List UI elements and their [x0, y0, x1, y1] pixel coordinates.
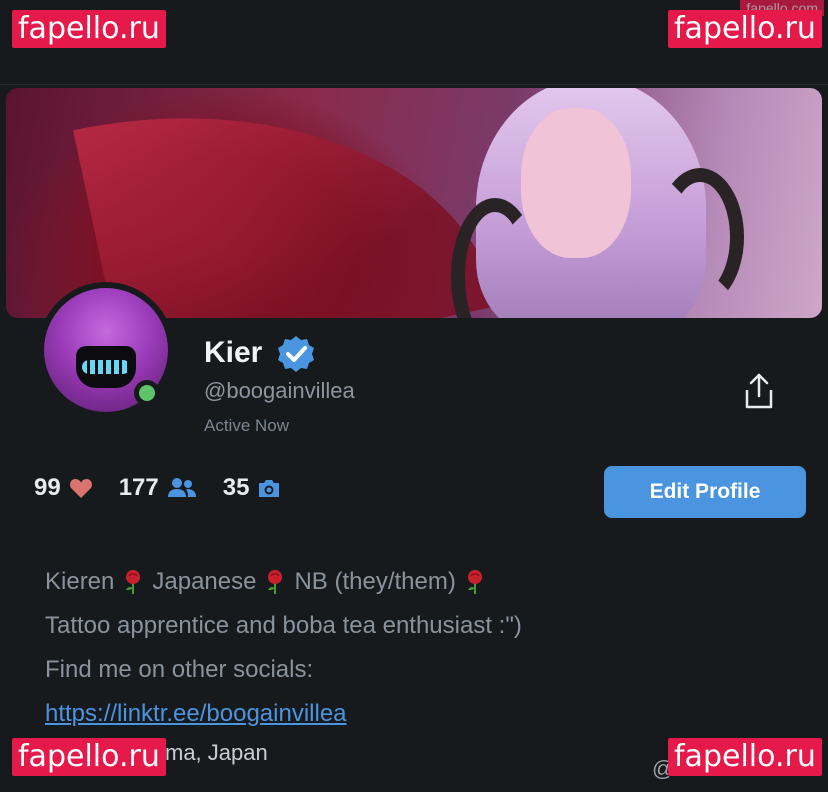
activity-status: Active Now: [204, 416, 290, 435]
watermark-top-right: fapello.ru: [668, 10, 822, 48]
rose-icon: [467, 570, 482, 594]
location-text: ma, Japan: [165, 740, 268, 765]
profile-banner-image: [6, 88, 822, 318]
verified-badge-icon: [278, 336, 314, 372]
likes-stat[interactable]: 99: [34, 474, 93, 502]
profile-stats: 99 177 35: [34, 474, 307, 502]
profile-name: Kier: [204, 336, 263, 369]
bio-line-occupation: Tattoo apprentice and boba tea enthusias…: [45, 612, 522, 639]
rose-icon: [268, 570, 283, 594]
bio-line-identity: Kieren Japanese NB (they/them): [45, 560, 522, 604]
friends-count: 177: [118, 474, 159, 501]
profile-bio: Kieren Japanese NB (they/them) Tattoo ap…: [45, 560, 522, 736]
online-status-dot: [134, 380, 160, 406]
watermark-bottom-right: fapello.ru: [668, 738, 822, 776]
edit-profile-button[interactable]: Edit Profile: [604, 466, 806, 518]
heart-icon: [69, 479, 92, 498]
photos-count: 35: [222, 474, 250, 501]
watermark-bottom-left: fapello.ru: [12, 738, 166, 776]
profile-handle: @boogainvillea: [204, 378, 355, 403]
avatar-teeth: [82, 360, 130, 374]
photos-stat[interactable]: 35: [223, 474, 282, 502]
friends-stat[interactable]: 177: [119, 474, 197, 502]
users-icon: [167, 478, 196, 497]
camera-icon: [259, 480, 280, 497]
bio-line-socials: Find me on other socials:: [45, 656, 314, 683]
linktree-link[interactable]: https://linktr.ee/boogainvillea: [45, 692, 347, 736]
rose-icon: [126, 570, 141, 594]
share-icon[interactable]: [742, 372, 776, 410]
watermark-top-left: fapello.ru: [12, 10, 166, 48]
likes-count: 99: [34, 474, 61, 501]
